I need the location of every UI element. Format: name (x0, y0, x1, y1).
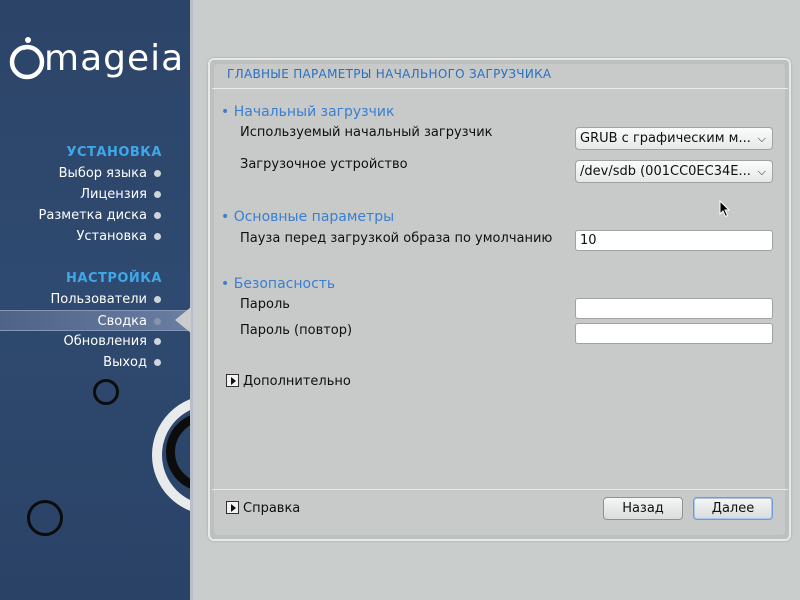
sidebar-item-label: Установка (76, 229, 147, 244)
mouse-pointer-icon (719, 200, 731, 218)
step-dot-icon (154, 318, 161, 325)
sidebar: mageia УСТАНОВКА Выбор языка Лицензия Ра… (0, 0, 190, 600)
sidebar-item-summary: Сводка (0, 310, 190, 331)
advanced-label: Дополнительно (243, 374, 351, 389)
step-dot-icon (154, 212, 161, 219)
group-heading-bootloader: • Начальный загрузчик (221, 104, 395, 120)
boot-device-label: Загрузочное устройство (240, 157, 408, 172)
sidebar-item-label: Обновления (63, 334, 147, 349)
chevron-down-icon: ⌵ (757, 165, 766, 178)
bootloader-select-value: GRUB с графическим м... (580, 131, 751, 146)
boot-delay-label: Пауза перед загрузкой образа по умолчани… (240, 231, 553, 246)
sidebar-item-exit: Выход (0, 352, 190, 373)
sidebar-edge (190, 0, 193, 600)
password-label: Пароль (240, 297, 290, 312)
step-dot-icon (154, 191, 161, 198)
title-divider (212, 88, 788, 89)
footer-divider (212, 489, 788, 490)
step-dot-icon (154, 170, 161, 177)
expander-arrow-icon (226, 374, 239, 387)
sidebar-item-users: Пользователи (0, 289, 190, 310)
boot-device-select-value: /dev/sdb (001CC0EC34E... (580, 164, 751, 179)
sidebar-item-license: Лицензия (0, 184, 190, 205)
sidebar-item-label: Выход (103, 355, 147, 370)
sidebar-item-installation: Установка (0, 226, 190, 247)
sidebar-item-label: Выбор языка (58, 166, 147, 181)
password-repeat-input[interactable] (575, 323, 773, 344)
bootloader-label: Используемый начальный загрузчик (240, 125, 493, 140)
help-expander[interactable]: Справка (226, 501, 300, 516)
bootloader-select[interactable]: GRUB с графическим м... ⌵ (575, 127, 773, 150)
sidebar-item-label: Лицензия (80, 187, 147, 202)
back-button[interactable]: Назад (603, 497, 683, 520)
password-repeat-label: Пароль (повтор) (240, 323, 353, 338)
group-heading-main-options: • Основные параметры (221, 209, 395, 225)
step-dot-icon (154, 296, 161, 303)
advanced-expander[interactable]: Дополнительно (226, 374, 351, 389)
step-dot-icon (154, 233, 161, 240)
next-button[interactable]: Далее (693, 497, 773, 520)
sidebar-item-label: Разметка диска (38, 208, 147, 223)
expander-arrow-icon (226, 501, 239, 514)
sidebar-item-label: Пользователи (50, 292, 147, 307)
sidebar-item-updates: Обновления (0, 331, 190, 352)
chevron-down-icon: ⌵ (757, 132, 766, 145)
dialog-title: ГЛАВНЫЕ ПАРАМЕТРЫ НАЧАЛЬНОГО ЗАГРУЗЧИКА (227, 67, 552, 81)
section-title-configure: НАСТРОЙКА (66, 271, 162, 286)
sidebar-item-label: Сводка (97, 314, 148, 329)
sidebar-item-partitioning: Разметка диска (0, 205, 190, 226)
logo-text: mageia (44, 38, 185, 79)
group-heading-security: • Безопасность (221, 276, 336, 292)
section-title-install: УСТАНОВКА (66, 145, 162, 160)
decorative-ring-icon (93, 379, 119, 405)
help-label: Справка (243, 501, 301, 516)
step-dot-icon (154, 359, 161, 366)
boot-delay-input[interactable] (575, 230, 773, 251)
boot-device-select[interactable]: /dev/sdb (001CC0EC34E... ⌵ (575, 160, 773, 183)
decorative-ring-icon (27, 500, 63, 536)
password-input[interactable] (575, 298, 773, 319)
step-dot-icon (154, 338, 161, 345)
active-step-pointer-icon (175, 307, 191, 333)
sidebar-item-language: Выбор языка (0, 163, 190, 184)
